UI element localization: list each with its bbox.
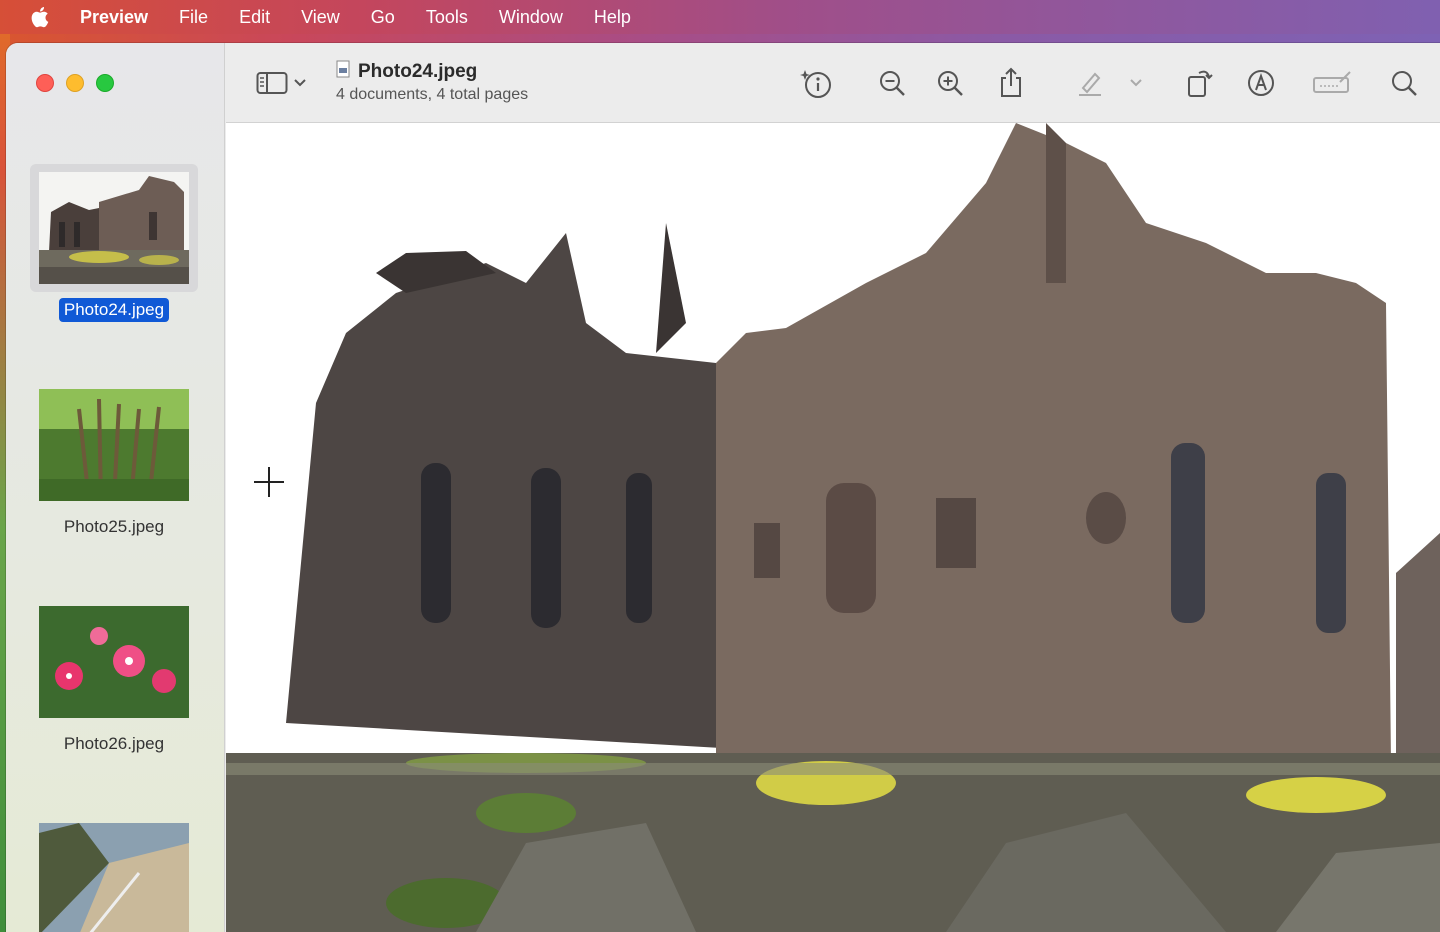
thumbnail-image-castle — [39, 172, 189, 284]
toolbar: Photo24.jpeg 4 documents, 4 total pages — [226, 43, 1440, 123]
menu-view[interactable]: View — [301, 7, 340, 28]
thumbnail-label: Photo24.jpeg — [58, 298, 170, 322]
thumbnail-frame — [30, 164, 198, 292]
apple-icon[interactable] — [30, 5, 54, 29]
chevron-down-icon[interactable] — [288, 65, 312, 101]
thumbnail-photo25[interactable]: Photo25.jpeg — [30, 381, 198, 539]
thumbnail-image-tree — [39, 389, 189, 501]
menu-preview[interactable]: Preview — [80, 7, 148, 28]
document-icon — [336, 60, 350, 84]
menu-bar: Preview File Edit View Go Tools Window H… — [0, 0, 1440, 34]
menu-go[interactable]: Go — [371, 7, 395, 28]
thumbnail-frame — [30, 815, 198, 932]
menu-edit[interactable]: Edit — [239, 7, 270, 28]
menu-window[interactable]: Window — [499, 7, 563, 28]
minimize-window-button[interactable] — [66, 74, 84, 92]
document-canvas[interactable] — [226, 123, 1440, 932]
thumbnail-image-flowers — [39, 606, 189, 718]
document-title-text: Photo24.jpeg — [358, 61, 478, 82]
menu-help[interactable]: Help — [594, 7, 631, 28]
thumbnail-label: Photo26.jpeg — [63, 734, 165, 753]
main-image-castle — [226, 123, 1440, 932]
search-icon[interactable] — [1386, 65, 1422, 101]
document-title-area: Photo24.jpeg 4 documents, 4 total pages — [336, 60, 528, 104]
highlight-chevron-down-icon[interactable] — [1124, 65, 1148, 101]
document-subtitle: 4 documents, 4 total pages — [336, 86, 529, 103]
zoom-out-icon[interactable] — [874, 65, 910, 101]
menu-tools[interactable]: Tools — [426, 7, 468, 28]
thumbnail-frame — [30, 598, 198, 726]
rotate-icon[interactable] — [1182, 65, 1218, 101]
sign-icon[interactable] — [1310, 65, 1354, 101]
thumbnail-image-mountain — [39, 823, 189, 932]
share-icon[interactable] — [993, 65, 1029, 101]
markup-icon[interactable] — [1243, 65, 1279, 101]
zoom-window-button[interactable] — [96, 74, 114, 92]
close-window-button[interactable] — [36, 74, 54, 92]
crosshair-cursor-icon — [254, 467, 284, 497]
preview-window: Photo24.jpeg Photo25.jpeg Photo26.jpeg P… — [6, 43, 1440, 932]
thumbnail-photo26[interactable]: Photo26.jpeg — [30, 598, 198, 756]
thumbnail-frame — [30, 381, 198, 509]
info-icon[interactable] — [798, 65, 834, 101]
thumbnail-photo27[interactable] — [30, 815, 198, 932]
menu-file[interactable]: File — [179, 7, 208, 28]
thumbnail-photo24[interactable]: Photo24.jpeg — [30, 164, 198, 322]
document-title[interactable]: Photo24.jpeg — [336, 60, 528, 84]
highlight-icon[interactable] — [1072, 65, 1108, 101]
thumbnail-sidebar: Photo24.jpeg Photo25.jpeg Photo26.jpeg — [6, 43, 225, 932]
zoom-in-icon[interactable] — [932, 65, 968, 101]
sidebar-icon[interactable] — [254, 65, 290, 101]
thumbnail-label: Photo25.jpeg — [63, 517, 165, 536]
